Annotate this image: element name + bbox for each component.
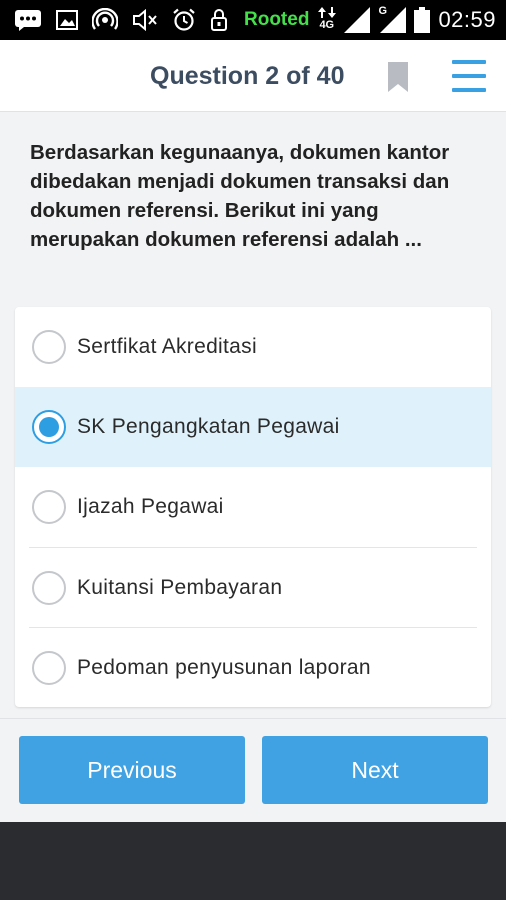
app-header: Question 2 of 40: [0, 40, 506, 112]
answer-option-label: Pedoman penyusunan laporan: [77, 656, 371, 679]
answer-option-label: Ijazah Pegawai: [77, 495, 224, 518]
answer-option[interactable]: Pedoman penyusunan laporan: [15, 628, 491, 707]
signal-icon: G: [378, 5, 407, 33]
answer-options: Sertfikat Akreditasi SK Pengangkatan Peg…: [15, 307, 491, 707]
data-arrows-icon: 4G: [318, 7, 337, 33]
sim-label: G: [378, 5, 387, 17]
answer-option-label: Sertfikat Akreditasi: [77, 335, 257, 358]
answer-option[interactable]: Sertfikat Akreditasi: [15, 307, 491, 387]
answer-option-label: Kuitansi Pembayaran: [77, 576, 283, 599]
answer-option[interactable]: Ijazah Pegawai: [15, 467, 491, 547]
hotspot-icon: [92, 8, 118, 32]
question-counter-title: Question 2 of 40: [150, 62, 345, 90]
radio-button[interactable]: [32, 651, 66, 685]
radio-button[interactable]: [32, 490, 66, 524]
navigation-footer: Previous Next: [0, 718, 506, 822]
next-button[interactable]: Next: [262, 736, 488, 804]
alarm-icon: [172, 8, 196, 32]
rooted-label: Rooted: [244, 9, 310, 30]
status-bar: Rooted 4G G 02:59: [0, 0, 506, 40]
signal-icon: [344, 7, 371, 33]
radio-button-checked[interactable]: [32, 410, 66, 444]
message-icon: [14, 9, 42, 31]
radio-button[interactable]: [32, 571, 66, 605]
clock: 02:59: [438, 7, 496, 32]
answer-option-selected[interactable]: SK Pengangkatan Pegawai: [15, 387, 491, 467]
mute-icon: [132, 9, 158, 31]
lock-icon: [210, 8, 228, 32]
previous-button[interactable]: Previous: [19, 736, 245, 804]
network-type-label: 4G: [319, 19, 335, 31]
answer-option-label: SK Pengangkatan Pegawai: [77, 415, 340, 438]
answer-option[interactable]: Kuitansi Pembayaran: [15, 548, 491, 628]
hamburger-menu-icon[interactable]: [452, 60, 486, 92]
question-content: Berdasarkan kegunaanya, dokumen kantor d…: [0, 112, 506, 718]
image-icon: [56, 10, 78, 30]
question-text: Berdasarkan kegunaanya, dokumen kantor d…: [30, 141, 450, 251]
bookmark-icon[interactable]: [388, 62, 408, 97]
bottom-background: [0, 822, 506, 900]
radio-button[interactable]: [32, 330, 66, 364]
battery-icon: [414, 7, 431, 33]
